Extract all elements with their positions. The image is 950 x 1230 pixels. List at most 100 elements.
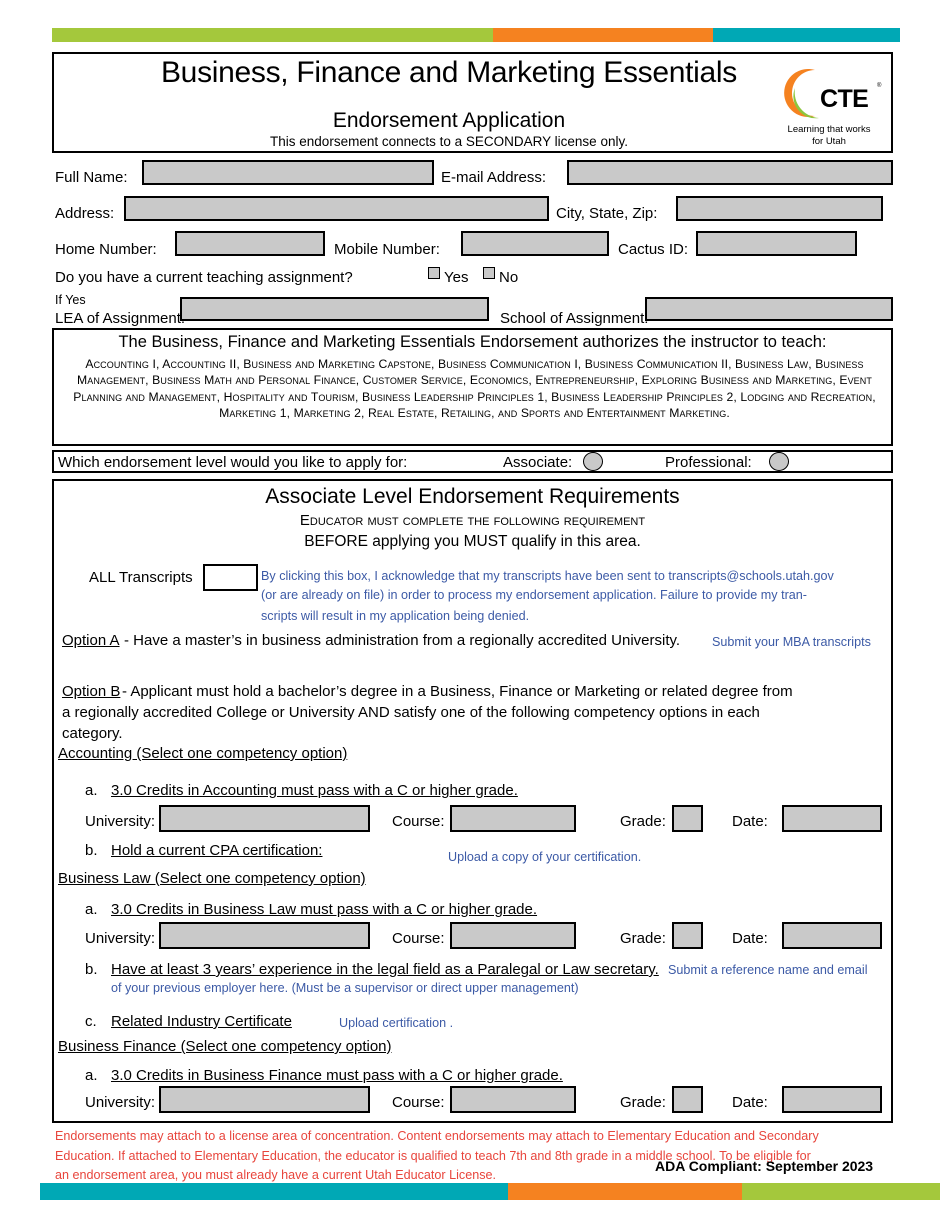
city-state-zip-input[interactable] (676, 196, 883, 221)
business-finance-course-label: Course: (392, 1094, 445, 1111)
business-law-item-a-text: 3.0 Credits in Business Law must pass wi… (111, 901, 538, 918)
home-number-label: Home Number: (55, 241, 157, 258)
header-panel: Business, Finance and Marketing Essentia… (52, 52, 893, 153)
business-finance-item-a-marker: a. (85, 1067, 98, 1084)
accounting-item-b-marker: b. (85, 842, 98, 859)
mobile-number-input[interactable] (461, 231, 609, 256)
business-law-university-input[interactable] (159, 922, 370, 949)
endorsement-level-question: Which endorsement level would you like t… (58, 454, 408, 471)
option-b-label: Option B (62, 683, 121, 700)
home-number-input[interactable] (175, 231, 325, 256)
business-law-item-c-marker: c. (85, 1013, 97, 1030)
registered-mark-icon: ® (877, 83, 882, 89)
accounting-item-b-text: Hold a current CPA certification: (111, 842, 323, 859)
professional-level-radio[interactable] (769, 452, 789, 471)
colorbar-segment-orange-bottom (508, 1183, 742, 1200)
business-finance-grade-input[interactable] (672, 1086, 703, 1113)
email-input[interactable] (567, 160, 893, 185)
address-input[interactable] (124, 196, 549, 221)
address-label: Address: (55, 205, 115, 222)
transcripts-note-line1: By clicking this box, I acknowledge that… (261, 569, 834, 583)
accounting-grade-input[interactable] (672, 805, 703, 832)
business-law-item-b-blue-note: Submit a reference name and email (668, 963, 868, 977)
option-b-line2: a regionally accredited College or Unive… (62, 704, 760, 721)
accounting-date-input[interactable] (782, 805, 882, 832)
cte-logo: CTE ® Learning that works for Utah (771, 58, 887, 152)
top-decorative-colorbar (52, 28, 900, 42)
cte-logo-text: CTE (820, 85, 869, 113)
associate-level-radio[interactable] (583, 452, 603, 471)
mobile-number-label: Mobile Number: (334, 241, 440, 258)
page-subtitle: Endorsement Application (332, 109, 566, 132)
full-name-input[interactable] (142, 160, 434, 185)
accounting-item-a-marker: a. (85, 782, 98, 799)
business-law-item-b-marker: b. (85, 961, 98, 978)
lea-of-assignment-input[interactable] (180, 297, 489, 321)
colorbar-segment-orange (492, 28, 714, 42)
professional-level-label: Professional: (665, 454, 752, 471)
option-b-line1: - Applicant must hold a bachelor’s degre… (122, 683, 793, 700)
authorization-course-list: Accounting I, Accounting II, Business an… (73, 357, 876, 421)
bottom-decorative-colorbar (40, 1183, 940, 1200)
cactus-id-label: Cactus ID: (618, 241, 689, 258)
page-title: Business, Finance and Marketing Essentia… (160, 56, 738, 89)
requirements-title: Associate Level Endorsement Requirements (265, 485, 680, 508)
lea-of-assignment-label: LEA of Assignment: (55, 310, 186, 327)
school-of-assignment-input[interactable] (645, 297, 893, 321)
business-law-grade-label: Grade: (620, 930, 666, 947)
business-finance-university-label: University: (85, 1094, 156, 1111)
cactus-id-input[interactable] (696, 231, 857, 256)
school-of-assignment-label: School of Assignment: (500, 310, 649, 327)
transcripts-note-line3: scripts will result in my application be… (261, 609, 530, 623)
requirements-subtitle-2: BEFORE applying you MUST qualify in this… (304, 533, 641, 550)
business-finance-item-a-text: 3.0 Credits in Business Finance must pas… (111, 1067, 563, 1084)
business-finance-university-input[interactable] (159, 1086, 370, 1113)
ada-compliance-note: ADA Compliant: September 2023 (655, 1158, 874, 1174)
page-note: This endorsement connects to a SECONDARY… (270, 134, 628, 149)
colorbar-segment-green-bottom (742, 1183, 940, 1200)
city-state-zip-label: City, State, Zip: (556, 205, 658, 222)
footer-disclaimer: Endorsements may attach to a license are… (55, 1127, 895, 1186)
accounting-grade-label: Grade: (620, 813, 666, 830)
business-finance-course-input[interactable] (450, 1086, 576, 1113)
all-transcripts-label: ALL Transcripts (89, 569, 193, 586)
accounting-item-a-text: 3.0 Credits in Accounting must pass with… (111, 782, 518, 799)
teaching-assignment-yes-label: Yes (444, 269, 469, 286)
teaching-assignment-question: Do you have a current teaching assignmen… (55, 269, 353, 286)
cte-tagline-line1: Learning that works (787, 124, 871, 135)
endorsement-authorization-panel: The Business, Finance and Marketing Esse… (52, 328, 893, 446)
footer-disclaimer-line1: Endorsements may attach to a license are… (55, 1129, 819, 1143)
business-law-item-b-text: Have at least 3 years’ experience in the… (111, 961, 659, 978)
business-finance-date-input[interactable] (782, 1086, 882, 1113)
accounting-date-label: Date: (732, 813, 768, 830)
cte-tagline-line2: for Utah (812, 136, 846, 147)
business-finance-grade-label: Grade: (620, 1094, 666, 1111)
email-label: E-mail Address: (441, 169, 547, 186)
business-law-date-input[interactable] (782, 922, 882, 949)
teaching-assignment-yes-checkbox[interactable] (428, 267, 440, 279)
option-a-label: Option A (62, 632, 120, 649)
business-law-item-a-marker: a. (85, 901, 98, 918)
business-law-grade-input[interactable] (672, 922, 703, 949)
business-law-course-input[interactable] (450, 922, 576, 949)
business-law-university-label: University: (85, 930, 156, 947)
if-yes-label: If Yes (55, 293, 86, 307)
colorbar-segment-green (52, 28, 493, 42)
teaching-assignment-no-label: No (499, 269, 519, 286)
business-law-date-label: Date: (732, 930, 768, 947)
category-heading-business-finance: Business Finance (Select one competency … (58, 1038, 392, 1055)
option-a-text: - Have a master’s in business administra… (124, 632, 681, 649)
business-finance-date-label: Date: (732, 1094, 768, 1111)
category-heading-business-law: Business Law (Select one competency opti… (58, 870, 366, 887)
business-law-item-b-blue-note-line2: of your previous employer here. (Must be… (111, 981, 579, 995)
all-transcripts-checkbox[interactable] (203, 564, 258, 591)
option-b-line3: category. (62, 725, 123, 742)
authorization-heading: The Business, Finance and Marketing Esse… (118, 333, 827, 351)
requirements-subtitle-1: Educator must complete the following req… (299, 512, 646, 529)
transcripts-note-line2: (or are already on file) in order to pro… (261, 588, 807, 602)
associate-level-label: Associate: (503, 454, 573, 471)
accounting-course-input[interactable] (450, 805, 576, 832)
accounting-course-label: Course: (392, 813, 445, 830)
accounting-university-input[interactable] (159, 805, 370, 832)
teaching-assignment-no-checkbox[interactable] (483, 267, 495, 279)
